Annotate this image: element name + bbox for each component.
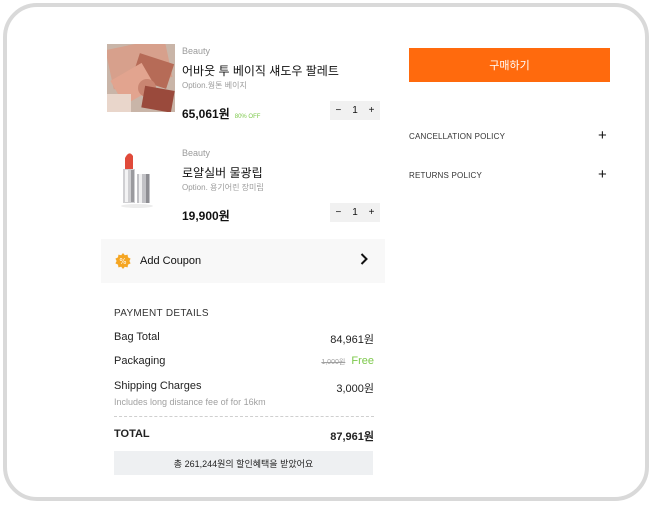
decrease-button[interactable]: − — [335, 105, 341, 116]
coupon-label: Add Coupon — [140, 255, 202, 267]
packaging-free: Free — [351, 355, 374, 367]
product-price: 65,061원 80% OFF — [182, 105, 260, 122]
packaging-values: 1,000원 Free — [321, 355, 374, 367]
price-value: 65,061원 — [182, 107, 230, 121]
product-option: Option. 용기어린 장미립 — [182, 183, 264, 192]
discount-badge: 80% OFF — [234, 114, 261, 120]
product-brand: Beauty — [182, 148, 211, 158]
product-brand: Beauty — [182, 46, 211, 56]
payment-heading: PAYMENT DETAILS — [114, 308, 209, 319]
packaging-row: Packaging 1,000원 Free — [114, 355, 374, 367]
buy-button[interactable]: 구매하기 — [409, 48, 610, 82]
add-coupon-row[interactable]: % Add Coupon — [101, 239, 385, 283]
bag-total-value: 84,961원 — [330, 334, 374, 346]
product-image-lipstick[interactable] — [107, 146, 175, 214]
cart-item: Beauty 어바웃 투 베이직 섀도우 팔레트 Option.웜톤 베이지 6… — [105, 37, 382, 139]
product-option: Option.웜톤 베이지 — [182, 81, 247, 90]
total-value: 87,961원 — [330, 431, 374, 443]
bag-total-label: Bag Total — [114, 331, 160, 343]
quantity-value: 1 — [352, 105, 358, 116]
plus-icon: + — [598, 127, 607, 144]
shipping-label: Shipping Charges — [114, 380, 202, 392]
price-value: 19,900원 — [182, 209, 230, 223]
divider — [114, 416, 374, 417]
bag-total-row: Bag Total 84,961원 — [114, 331, 374, 346]
total-label: TOTAL — [114, 428, 150, 440]
product-name[interactable]: 어바웃 투 베이직 섀도우 팔레트 — [182, 62, 339, 79]
quantity-stepper: − 1 + — [330, 101, 380, 120]
packaging-original: 1,000원 — [321, 359, 346, 366]
quantity-value: 1 — [352, 207, 358, 218]
product-name[interactable]: 로얄실버 물광립 — [182, 164, 263, 181]
chevron-right-icon — [359, 252, 369, 269]
shipping-row: Shipping Charges 3,000원 — [114, 380, 374, 395]
decrease-button[interactable]: − — [335, 207, 341, 218]
cancellation-policy-row[interactable]: CANCELLATION POLICY + — [409, 127, 609, 144]
packaging-label: Packaging — [114, 355, 166, 367]
coupon-icon: % — [115, 253, 131, 269]
shipping-value: 3,000원 — [336, 383, 374, 395]
total-row: TOTAL 87,961원 — [114, 428, 374, 443]
policy-label: CANCELLATION POLICY — [409, 132, 506, 141]
quantity-stepper: − 1 + — [330, 203, 380, 222]
shipping-note: Includes long distance fee of for 16km — [114, 397, 266, 407]
product-price: 19,900원 — [182, 207, 230, 224]
svg-text:%: % — [119, 257, 126, 266]
policy-label: RETURNS POLICY — [409, 171, 483, 180]
returns-policy-row[interactable]: RETURNS POLICY + — [409, 166, 609, 183]
cart-item: Beauty 로얄실버 물광립 Option. 용기어린 장미립 19,900원… — [107, 146, 382, 241]
increase-button[interactable]: + — [369, 207, 375, 218]
savings-banner: 총 261,244원의 할인혜택을 받았어요 — [114, 451, 373, 475]
plus-icon: + — [598, 166, 607, 183]
increase-button[interactable]: + — [369, 105, 375, 116]
product-image-palette[interactable] — [105, 37, 175, 113]
